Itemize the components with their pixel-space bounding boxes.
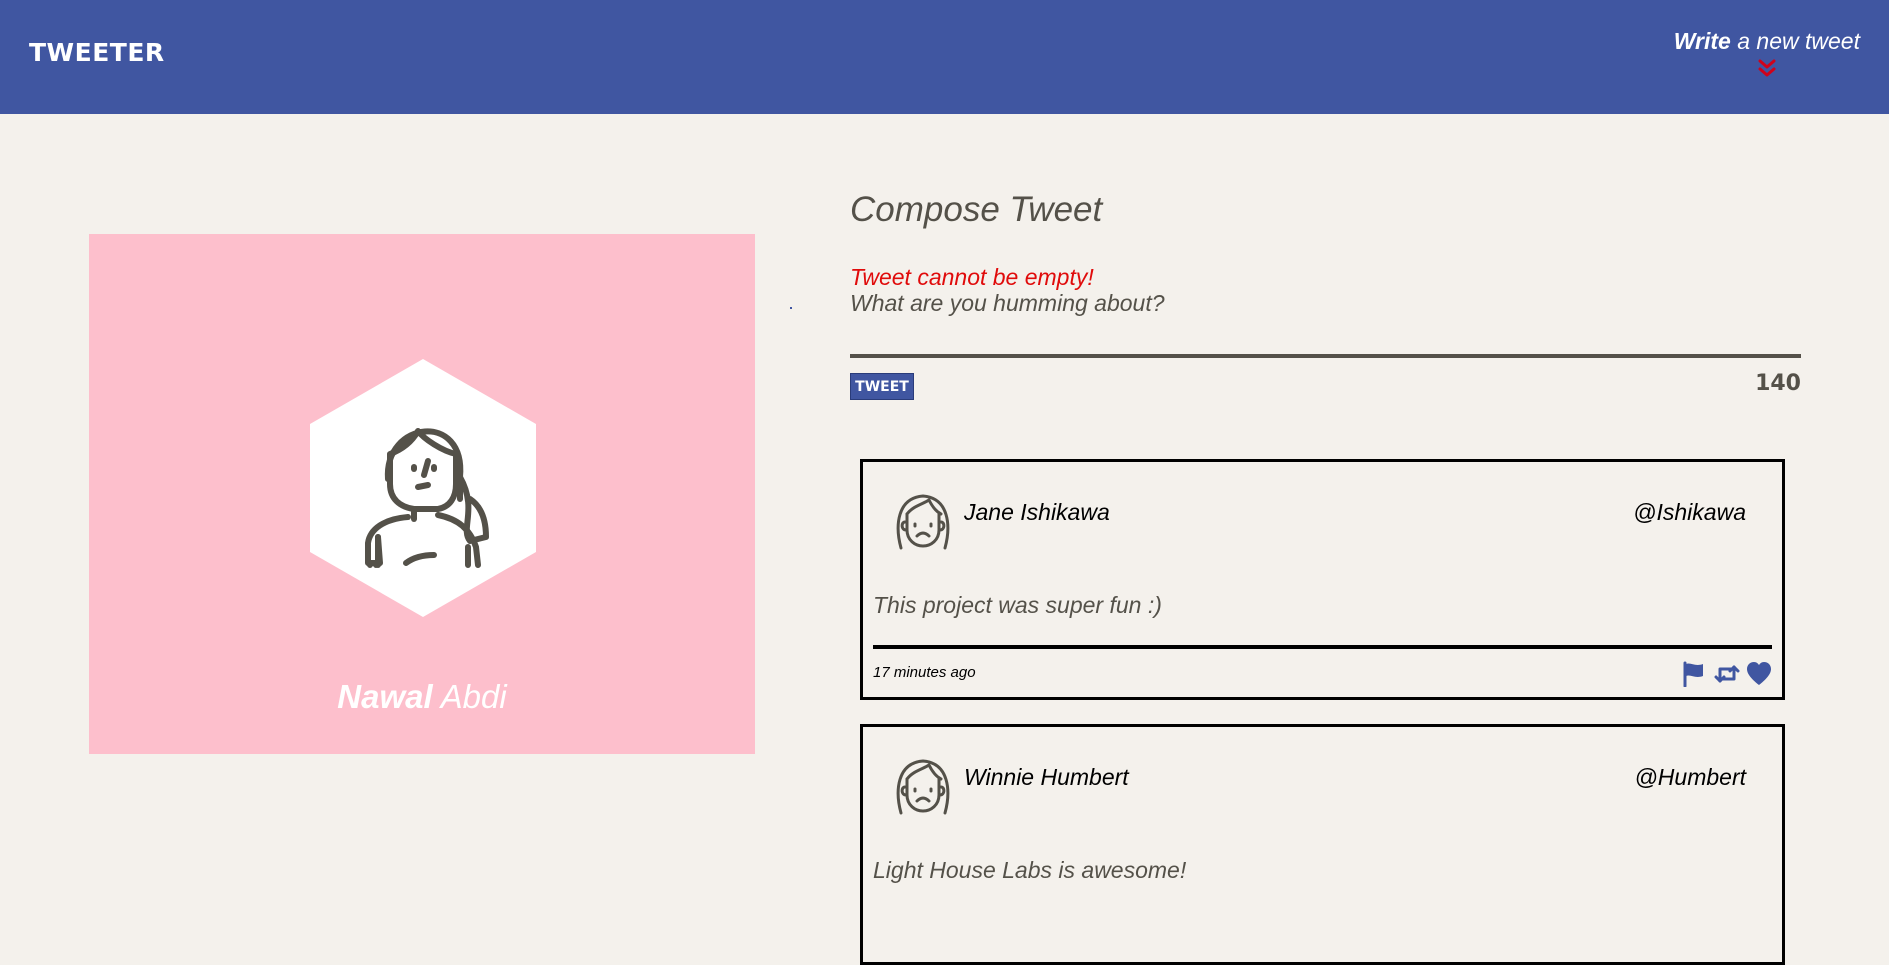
write-label-bold: Write (1673, 28, 1731, 54)
tweet-author-name: Winnie Humbert (964, 764, 1129, 790)
tweet-author-handle: @Ishikawa (1633, 499, 1746, 525)
tweet-actions (1679, 661, 1772, 687)
tweet-text: Light House Labs is awesome! (873, 857, 1187, 883)
write-new-tweet-link[interactable]: Write a new tweet (1674, 28, 1860, 79)
write-label-rest: a new tweet (1730, 28, 1860, 54)
compose-title: Compose Tweet (850, 190, 1103, 229)
tweet-author-name: Jane Ishikawa (964, 499, 1110, 525)
profile-first-name: Nawal (337, 678, 433, 715)
profile-last-name: Abdi (440, 678, 507, 715)
char-counter: 140 (1755, 371, 1801, 396)
flag-icon[interactable] (1681, 661, 1707, 687)
tweet-textarea[interactable] (850, 290, 1801, 358)
tweet-card: Winnie Humbert @Humbert Light House Labs… (860, 724, 1785, 965)
tweet-timestamp: 17 minutes ago (873, 664, 976, 681)
user-avatar-icon (896, 494, 950, 550)
retweet-icon[interactable] (1714, 661, 1740, 687)
top-navbar: TWEETER Write a new tweet (0, 0, 1889, 114)
heart-icon[interactable] (1746, 661, 1772, 687)
tweet-divider (873, 645, 1772, 649)
stray-dot (790, 307, 792, 309)
double-chevron-down-icon[interactable] (1756, 59, 1778, 79)
tweet-card: Jane Ishikawa @Ishikawa This project was… (860, 459, 1785, 700)
tweet-submit-button[interactable]: TWEET (850, 373, 914, 400)
error-message: Tweet cannot be empty! (850, 264, 1094, 290)
profile-avatar-icon (310, 359, 536, 617)
app-logo[interactable]: TWEETER (29, 38, 165, 67)
user-profile-card: Nawal Abdi (89, 234, 755, 754)
tweet-author-handle: @Humbert (1634, 764, 1746, 790)
tweet-text: This project was super fun :) (873, 592, 1162, 618)
user-avatar-icon (896, 759, 950, 815)
profile-name: Nawal Abdi (89, 678, 755, 716)
